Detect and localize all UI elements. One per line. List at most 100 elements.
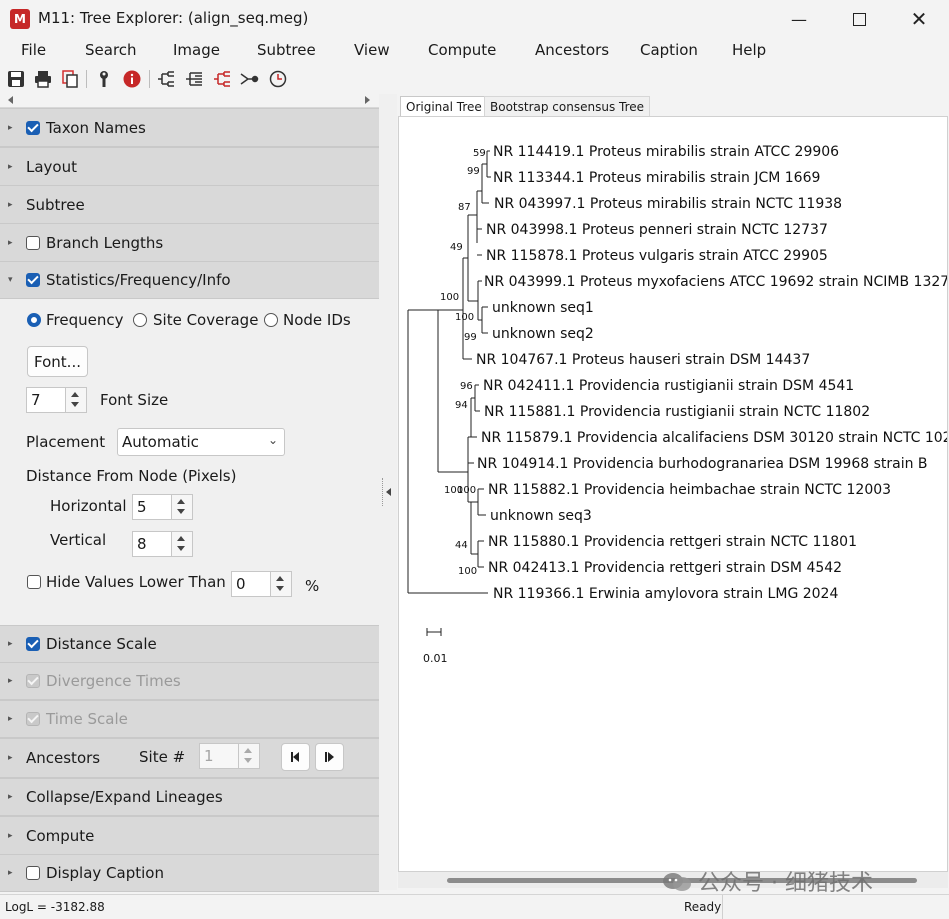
branch-lengths-checkbox[interactable] (26, 235, 40, 250)
taxon-label[interactable]: NR 115878.1 Proteus vulgaris strain ATCC… (486, 248, 828, 264)
timer-icon[interactable] (268, 69, 288, 89)
hide-values-spinner[interactable]: 0 (231, 571, 292, 597)
expand-arrow-icon[interactable]: ▸ (8, 639, 18, 649)
bootstrap-value: 100 (458, 566, 477, 577)
taxon-label[interactable]: NR 104767.1 Proteus hauseri strain DSM 1… (476, 352, 810, 368)
frequency-radio[interactable] (27, 313, 41, 327)
expand-arrow-icon[interactable]: ▸ (8, 868, 18, 878)
maximize-button[interactable] (829, 0, 889, 38)
tree-radiation-icon[interactable] (212, 69, 232, 89)
tree-layout-icon[interactable] (156, 69, 176, 89)
menu-help[interactable]: Help (732, 41, 766, 59)
taxon-label[interactable]: NR 104914.1 Providencia burhodogranariea… (477, 456, 928, 472)
collapse-arrow-icon[interactable]: ▾ (8, 275, 18, 285)
tab-original-tree[interactable]: Original Tree (400, 96, 488, 117)
bootstrap-value: 100 (455, 312, 474, 323)
expand-arrow-icon[interactable]: ▸ (8, 831, 18, 841)
font-button[interactable]: Font... (27, 346, 88, 377)
scroll-left-icon[interactable] (8, 96, 13, 104)
horizontal-spinner[interactable]: 5 (132, 494, 193, 520)
left-panel-scrollbar[interactable] (0, 94, 379, 108)
menu-search[interactable]: Search (85, 41, 137, 59)
tab-bootstrap-consensus[interactable]: Bootstrap consensus Tree (484, 96, 651, 117)
next-site-button[interactable] (315, 743, 344, 771)
taxon-label[interactable]: NR 115881.1 Providencia rustigianii stra… (484, 404, 870, 420)
minimize-button[interactable]: — (769, 0, 829, 38)
tree-rectangular-icon[interactable] (184, 69, 204, 89)
spinner-arrows-icon[interactable] (270, 572, 291, 596)
expand-arrow-icon[interactable]: ▸ (8, 238, 18, 248)
step-forward-icon (324, 752, 334, 762)
font-size-spinner[interactable]: 7 (26, 387, 87, 413)
menu-ancestors[interactable]: Ancestors (535, 41, 609, 59)
tree-canvas[interactable]: NR 114419.1 Proteus mirabilis strain ATC… (398, 116, 948, 872)
site-coverage-radio[interactable] (133, 313, 147, 327)
section-statistics[interactable]: ▾ Statistics/Frequency/Info (0, 261, 379, 299)
expand-arrow-icon[interactable]: ▸ (8, 792, 18, 802)
taxon-label[interactable]: NR 043999.1 Proteus myxofaciens ATCC 196… (484, 274, 947, 290)
taxon-label[interactable]: unknown seq3 (490, 508, 592, 524)
wrench-icon[interactable] (94, 69, 114, 89)
taxon-label[interactable]: NR 119366.1 Erwinia amylovora strain LMG… (493, 586, 838, 602)
taxon-label[interactable]: NR 114419.1 Proteus mirabilis strain ATC… (493, 144, 839, 160)
section-subtree[interactable]: ▸ Subtree (0, 185, 379, 224)
section-taxon-names[interactable]: ▸ Taxon Names (0, 108, 379, 147)
taxon-label[interactable]: NR 113344.1 Proteus mirabilis strain JCM… (493, 170, 820, 186)
placement-select[interactable]: Automatic ⌄ (117, 428, 285, 456)
hide-values-checkbox[interactable] (27, 575, 41, 589)
tree-circle-icon[interactable] (239, 69, 259, 89)
expand-arrow-icon[interactable]: ▸ (8, 753, 18, 763)
close-button[interactable]: ✕ (889, 0, 949, 38)
menu-caption[interactable]: Caption (640, 41, 698, 59)
info-icon[interactable] (122, 69, 142, 89)
taxon-label[interactable]: NR 042411.1 Providencia rustigianii stra… (483, 378, 854, 394)
taxon-label[interactable]: NR 043998.1 Proteus penneri strain NCTC … (486, 222, 828, 238)
taxon-label[interactable]: NR 115882.1 Providencia heimbachae strai… (488, 482, 891, 498)
statistics-checkbox[interactable] (26, 273, 40, 287)
taxon-label[interactable]: NR 115880.1 Providencia rettgeri strain … (488, 534, 857, 550)
taxon-label[interactable]: unknown seq1 (492, 300, 594, 316)
scale-bar-label: 0.01 (423, 652, 448, 665)
vertical-label: Vertical (50, 531, 107, 549)
section-layout[interactable]: ▸ Layout (0, 147, 379, 186)
collapse-panel-icon[interactable] (386, 488, 391, 496)
spinner-arrows-icon[interactable] (65, 388, 86, 412)
scroll-right-icon[interactable] (365, 96, 370, 104)
section-display-caption[interactable]: ▸ Display Caption (0, 854, 379, 892)
percent-label: % (305, 577, 320, 595)
menu-view[interactable]: View (354, 41, 390, 59)
copy-icon[interactable] (60, 69, 80, 89)
section-collapse-lineages[interactable]: ▸ Collapse/Expand Lineages (0, 778, 379, 816)
menu-image[interactable]: Image (173, 41, 220, 59)
display-caption-checkbox[interactable] (26, 866, 40, 880)
section-time-scale: ▸ Time Scale (0, 700, 379, 738)
previous-site-button[interactable] (281, 743, 310, 771)
menu-compute[interactable]: Compute (428, 41, 496, 59)
section-label: Display Caption (46, 864, 164, 882)
panel-splitter[interactable] (381, 94, 397, 890)
vertical-spinner[interactable]: 8 (132, 531, 193, 557)
section-label: Compute (26, 826, 95, 845)
bootstrap-value: 96 (460, 381, 473, 392)
distance-scale-checkbox[interactable] (26, 637, 40, 651)
section-branch-lengths[interactable]: ▸ Branch Lengths (0, 223, 379, 262)
expand-arrow-icon[interactable]: ▸ (8, 200, 18, 210)
spinner-arrows-icon[interactable] (171, 532, 192, 556)
taxon-label[interactable]: unknown seq2 (492, 326, 594, 342)
spinner-arrows-icon[interactable] (171, 495, 192, 519)
expand-arrow-icon[interactable]: ▸ (8, 123, 18, 133)
taxon-label[interactable]: NR 042413.1 Providencia rettgeri strain … (488, 560, 842, 576)
menu-file[interactable]: File (21, 41, 46, 59)
ready-status: Ready (684, 900, 722, 914)
node-ids-radio[interactable] (264, 313, 278, 327)
taxon-label[interactable]: NR 115879.1 Providencia alcalifaciens DS… (481, 430, 947, 446)
section-distance-scale[interactable]: ▸ Distance Scale (0, 625, 379, 663)
print-icon[interactable] (33, 69, 53, 89)
expand-arrow-icon[interactable]: ▸ (8, 162, 18, 172)
menu-subtree[interactable]: Subtree (257, 41, 316, 59)
frequency-label: Frequency (46, 311, 124, 329)
taxon-names-checkbox[interactable] (26, 120, 40, 135)
section-compute[interactable]: ▸ Compute (0, 816, 379, 855)
save-icon[interactable] (6, 69, 26, 89)
taxon-label[interactable]: NR 043997.1 Proteus mirabilis strain NCT… (494, 196, 842, 212)
